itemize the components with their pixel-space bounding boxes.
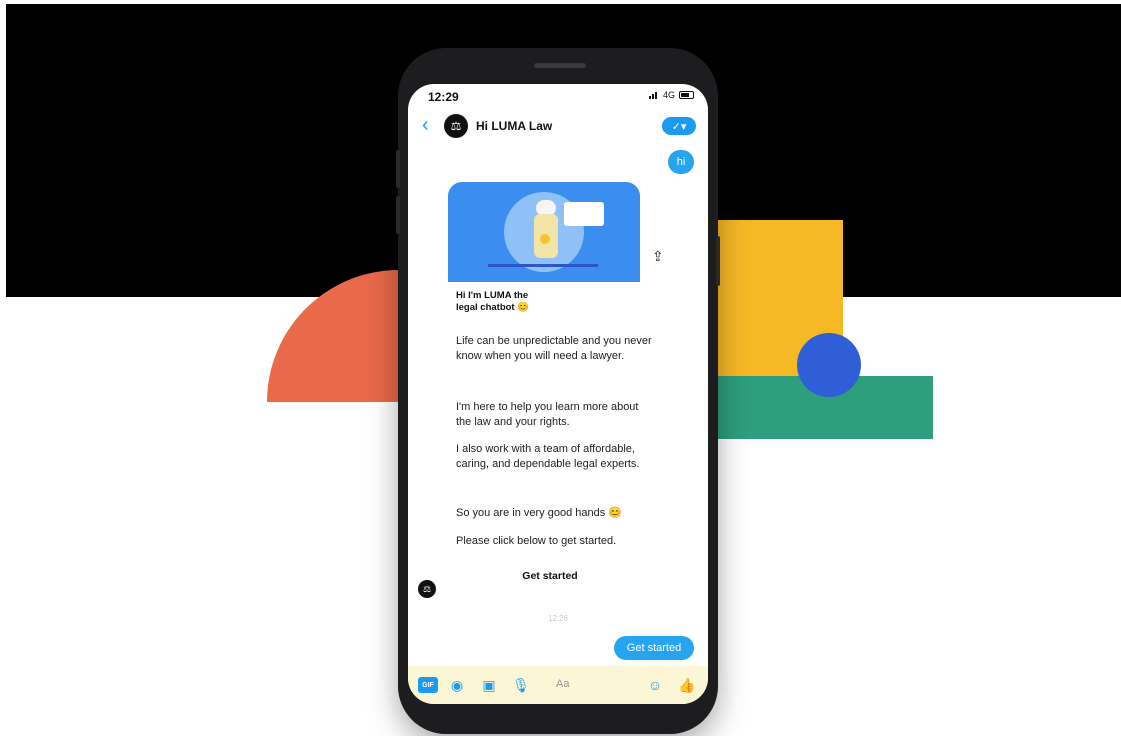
speech-bubble-graphic bbox=[564, 202, 604, 226]
message-paragraph: I also work with a team of affordable, c… bbox=[456, 443, 640, 470]
user-message-hi: hi bbox=[668, 150, 694, 174]
card-title-line-2: legal chatbot 😊 bbox=[456, 302, 636, 314]
network-label: 4G bbox=[662, 90, 675, 100]
card-title: Hi I'm LUMA the legal chatbot 😊 bbox=[456, 290, 636, 314]
card-get-started-button[interactable]: Get started bbox=[408, 570, 692, 582]
signal-icon bbox=[648, 91, 659, 99]
card-title-line: Hi I'm LUMA the bbox=[456, 290, 529, 301]
phone-speaker bbox=[534, 63, 586, 68]
image-icon[interactable]: ▣ bbox=[480, 676, 498, 694]
message-paragraph: Please click below to get started. bbox=[456, 535, 617, 547]
robot-chest-light bbox=[540, 234, 550, 244]
bot-avatar-icon[interactable]: ⚖ bbox=[444, 114, 468, 138]
battery-icon bbox=[679, 91, 694, 99]
message-paragraph: I'm here to help you learn more about th… bbox=[456, 401, 639, 428]
chat-header: ‹ ⚖ Hi LUMA Law ✓▾ bbox=[408, 112, 708, 142]
thumbs-up-icon[interactable]: 👍 bbox=[678, 676, 696, 694]
user-get-started-bubble: Get started bbox=[614, 636, 694, 660]
bot-avatar-small-icon: ⚖ bbox=[418, 580, 436, 598]
message-timestamp: 12:26 bbox=[547, 614, 569, 623]
floor-line bbox=[488, 264, 598, 267]
message-paragraph-4: So you are in very good hands 😊 bbox=[456, 506, 656, 521]
message-paragraph: So you are in very good hands bbox=[456, 507, 606, 519]
phone-screen: 12:29 4G ‹ ⚖ Hi LUMA Law ✓▾ hi ⇪ Hi I'm … bbox=[408, 84, 708, 704]
volume-button bbox=[396, 196, 400, 234]
power-button bbox=[716, 236, 720, 286]
robot-card-image bbox=[448, 182, 640, 282]
message-input[interactable]: Aa bbox=[556, 678, 569, 690]
microphone-icon[interactable]: 🎙 bbox=[512, 676, 530, 694]
gif-icon[interactable]: GIF bbox=[418, 677, 438, 693]
message-paragraph: Life can be unpredictable and you never … bbox=[456, 335, 652, 362]
checkmark-icon[interactable]: ✓▾ bbox=[662, 117, 696, 135]
emoji-icon: 😊 bbox=[517, 302, 530, 313]
card-title-line: legal chatbot bbox=[456, 302, 515, 313]
back-chevron-icon[interactable]: ‹ bbox=[422, 115, 429, 135]
volume-button bbox=[396, 150, 400, 188]
camera-icon[interactable]: ◉ bbox=[448, 676, 466, 694]
emoji-icon[interactable]: ☺ bbox=[646, 676, 664, 694]
share-icon[interactable]: ⇪ bbox=[652, 248, 668, 266]
emoji-icon: 😊 bbox=[608, 507, 622, 519]
status-time: 12:29 bbox=[428, 90, 459, 104]
status-icons: 4G bbox=[648, 90, 694, 100]
chat-title: Hi LUMA Law bbox=[476, 119, 553, 133]
message-composer: GIF ◉ ▣ 🎙 Aa ☺ 👍 bbox=[408, 666, 708, 704]
blue-circle-shape bbox=[797, 333, 861, 397]
